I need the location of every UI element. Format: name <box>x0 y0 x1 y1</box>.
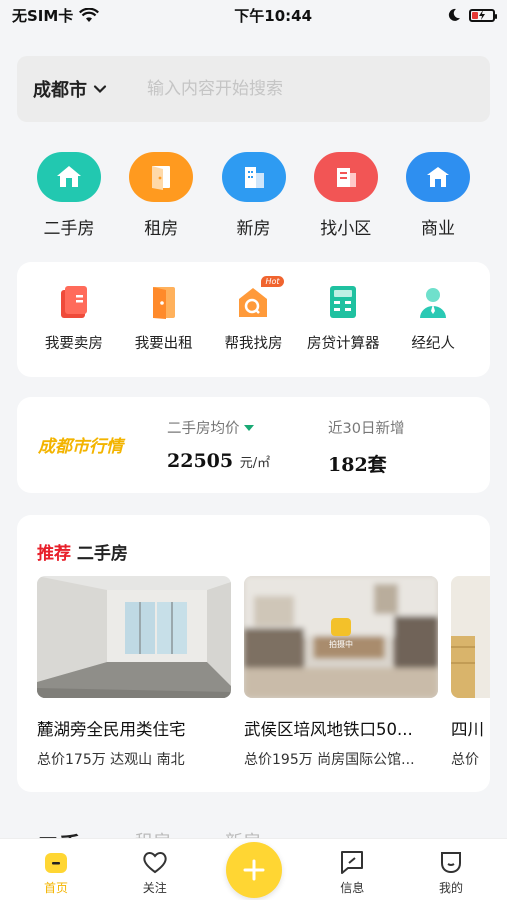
new-listings-label: 近30日新增 <box>328 421 405 437</box>
carrier-label: 无SIM卡 <box>12 6 74 25</box>
category-label: 新房 <box>236 219 271 239</box>
listing-subtitle: 总价175万 达观山 南北 <box>37 752 185 768</box>
category-label: 二手房 <box>43 219 95 239</box>
filming-badge: 拍摄中 <box>329 618 353 650</box>
community-icon <box>313 152 378 202</box>
avg-price-value: 22505 <box>167 450 234 472</box>
new-listings-value: 182套 <box>328 454 387 476</box>
market-title: 成都市行情 <box>38 437 123 457</box>
recommend-title: 二手房 <box>76 544 128 564</box>
tool-rent-out[interactable]: 我要出租 <box>119 282 209 377</box>
city-selector[interactable]: 成都市 <box>33 76 107 102</box>
listing-subtitle: 总价195万 尚房国际公馆... <box>244 752 415 768</box>
tools-card: 我要卖房 我要出租 Hot 帮我找房 房贷计算器 经纪人 <box>17 262 490 377</box>
hot-badge: Hot <box>261 276 284 287</box>
chevron-down-icon <box>93 85 107 94</box>
market-card[interactable]: 成都市行情 二手房均价 22505 元/㎡ 近30日新增 182套 <box>17 397 490 493</box>
listing-photo <box>37 576 231 698</box>
tool-agent[interactable]: 经纪人 <box>388 282 478 377</box>
clock: 下午10:44 <box>234 6 313 25</box>
listing-card[interactable]: 四川 总价 <box>451 576 490 769</box>
wifi-icon <box>79 7 100 22</box>
recommend-heading: 推荐 二手房 <box>37 539 128 564</box>
find-house-icon: Hot <box>233 276 284 322</box>
battery-icon <box>469 8 497 22</box>
search-bar[interactable]: 成都市 <box>17 56 490 122</box>
rent-out-icon <box>144 282 184 322</box>
add-button[interactable] <box>226 842 282 898</box>
nav-label: 关注 <box>142 881 167 895</box>
recommend-card: 推荐 二手房 麓湖旁全民用类住宅 总价175万 达观山 南北 拍摄中 武侯区培风… <box>17 515 490 792</box>
home-icon <box>42 849 70 875</box>
tool-label: 帮我找房 <box>224 336 283 352</box>
calculator-icon <box>323 282 363 322</box>
agent-icon <box>413 282 453 322</box>
trend-down-icon <box>243 424 254 431</box>
listing-card[interactable]: 拍摄中 武侯区培风地铁口50... 总价195万 尚房国际公馆... <box>244 576 438 769</box>
heart-icon <box>141 849 169 875</box>
building-icon <box>221 152 286 202</box>
category-commercial[interactable]: 商业 <box>404 152 472 242</box>
nav-messages[interactable]: 信息 <box>316 839 388 900</box>
category-new-house[interactable]: 新房 <box>220 152 288 242</box>
profile-icon <box>437 849 465 875</box>
listing-title: 武侯区培风地铁口50... <box>244 720 413 739</box>
recommend-tag: 推荐 <box>37 544 71 564</box>
category-label: 商业 <box>421 219 455 239</box>
listing-photo <box>451 576 490 698</box>
nav-home[interactable]: 首页 <box>20 839 92 900</box>
camera-icon <box>331 618 351 636</box>
category-rent[interactable]: 租房 <box>127 152 195 242</box>
listing-title: 四川 <box>451 720 484 739</box>
tool-sell-house[interactable]: 我要卖房 <box>29 282 119 377</box>
search-input[interactable] <box>147 79 427 99</box>
category-label: 找小区 <box>320 219 372 239</box>
category-label: 租房 <box>144 219 179 239</box>
nav-profile[interactable]: 我的 <box>415 839 487 900</box>
status-bar: 无SIM卡 下午10:44 <box>0 0 507 30</box>
tool-find-house[interactable]: Hot 帮我找房 <box>209 276 299 377</box>
door-icon <box>129 152 194 202</box>
tool-label: 房贷计算器 <box>307 336 380 352</box>
house-icon <box>37 152 101 202</box>
tool-label: 经纪人 <box>411 336 455 352</box>
listing-card[interactable]: 麓湖旁全民用类住宅 总价175万 达观山 南北 <box>37 576 231 769</box>
nav-label: 我的 <box>438 881 463 895</box>
new-listings-block: 近30日新增 182套 <box>328 417 404 477</box>
avg-price-label: 二手房均价 <box>167 421 240 437</box>
listing-subtitle: 总价 <box>451 752 479 768</box>
avg-price-unit: 元/㎡ <box>239 456 271 471</box>
nav-follow[interactable]: 关注 <box>119 839 191 900</box>
moon-icon <box>448 8 460 21</box>
main-categories: 二手房 租房 新房 找小区 商业 <box>17 152 490 242</box>
category-community[interactable]: 找小区 <box>312 152 380 242</box>
tool-label: 我要卖房 <box>44 336 103 352</box>
sell-house-icon <box>54 282 94 322</box>
listing-photo: 拍摄中 <box>244 576 438 698</box>
plus-icon <box>243 859 265 881</box>
nav-label: 信息 <box>340 881 365 895</box>
tool-calculator[interactable]: 房贷计算器 <box>298 282 388 377</box>
category-second-hand[interactable]: 二手房 <box>35 152 103 242</box>
filming-label: 拍摄中 <box>329 640 353 649</box>
city-label: 成都市 <box>33 80 87 101</box>
tool-label: 我要出租 <box>134 336 193 352</box>
message-icon <box>338 849 366 875</box>
avg-price-block: 二手房均价 22505 元/㎡ <box>167 417 270 472</box>
listing-title: 麓湖旁全民用类住宅 <box>37 720 186 739</box>
shop-icon <box>406 152 470 202</box>
nav-label: 首页 <box>43 881 68 895</box>
